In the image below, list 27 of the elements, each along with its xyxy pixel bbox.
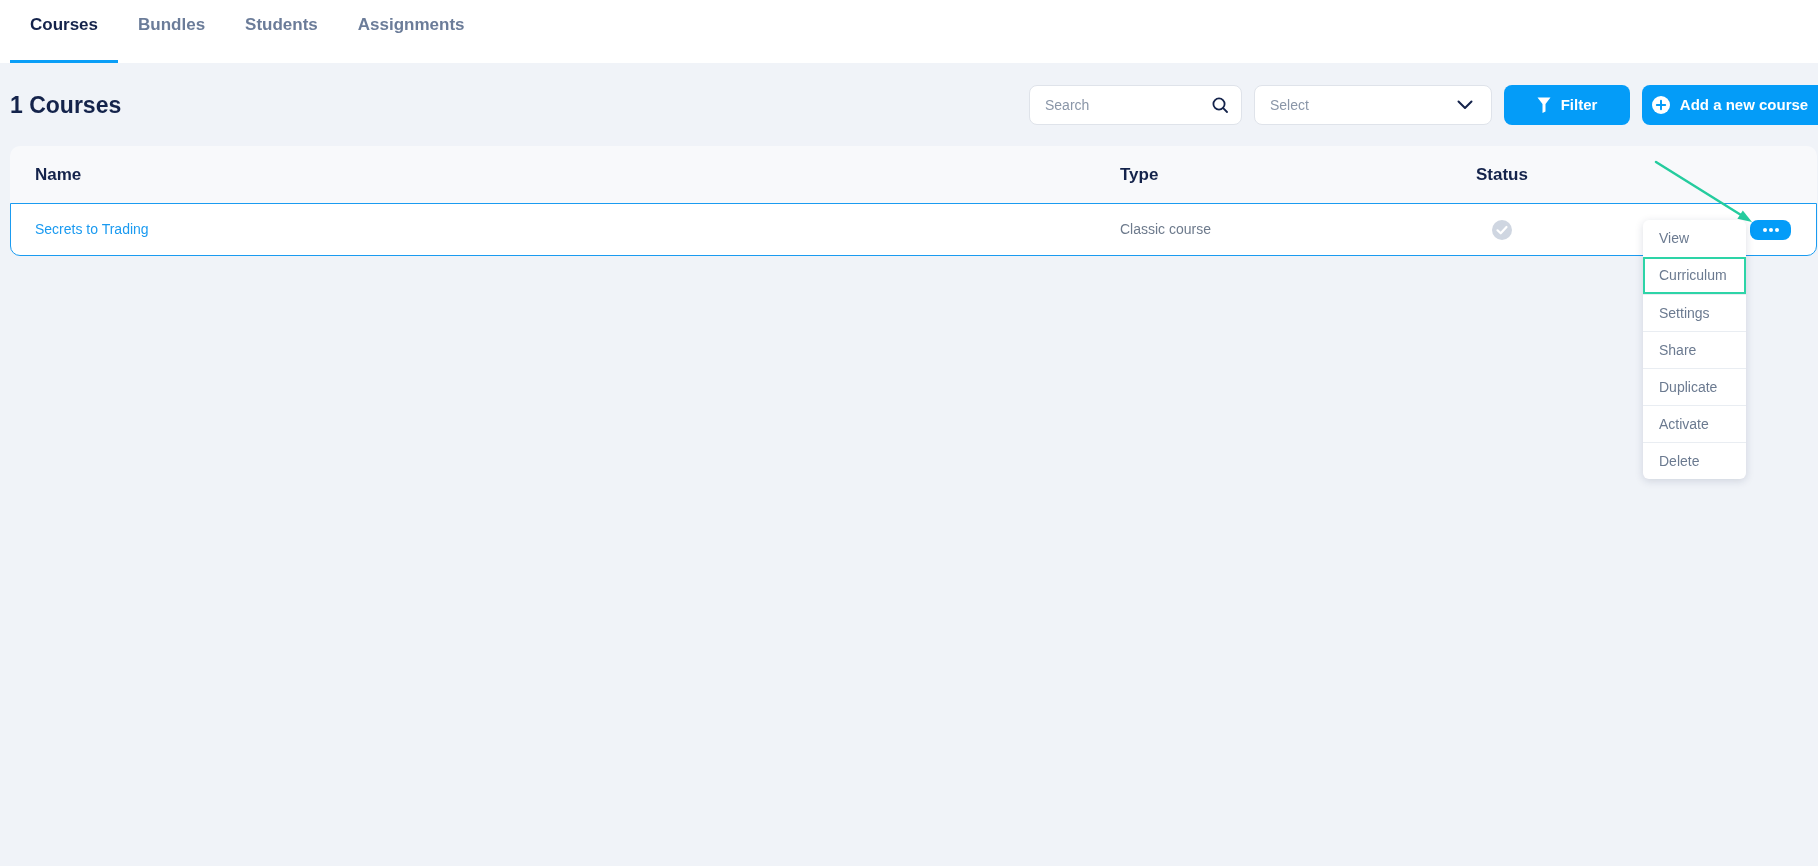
more-options-button[interactable] bbox=[1750, 219, 1791, 240]
plus-circle-icon bbox=[1651, 96, 1670, 114]
menu-item[interactable]: View bbox=[1643, 220, 1746, 257]
column-header: Name bbox=[35, 163, 82, 186]
menu-item[interactable]: Delete bbox=[1643, 442, 1746, 479]
chevron-down-icon bbox=[1457, 100, 1473, 110]
menu-item[interactable]: Duplicate bbox=[1643, 368, 1746, 405]
column-header: Status bbox=[1476, 163, 1528, 186]
funnel-icon bbox=[1536, 97, 1551, 113]
column-header: Type bbox=[1120, 163, 1159, 186]
menu-item[interactable]: Settings bbox=[1643, 294, 1746, 331]
search-icon bbox=[1212, 97, 1228, 113]
menu-item[interactable]: Share bbox=[1643, 331, 1746, 368]
select-dropdown[interactable]: Select bbox=[1254, 85, 1492, 125]
search-field[interactable]: Search bbox=[1029, 85, 1242, 125]
table-cell-text: Classic course bbox=[1120, 220, 1212, 239]
tab[interactable]: Courses bbox=[10, 0, 119, 63]
filter-button[interactable]: Filter bbox=[1504, 85, 1630, 125]
page-title: 1 Courses bbox=[10, 91, 122, 120]
course-name-link[interactable]: Secrets to Trading bbox=[35, 219, 149, 240]
tab[interactable]: Assignments bbox=[337, 0, 485, 63]
add-course-button[interactable]: Add a new course bbox=[1642, 85, 1818, 125]
ellipsis-icon bbox=[1762, 227, 1779, 232]
menu-item[interactable]: Curriculum bbox=[1643, 257, 1746, 294]
tab[interactable]: Bundles bbox=[118, 0, 226, 63]
tab[interactable]: Students bbox=[225, 0, 338, 63]
menu-item[interactable]: Activate bbox=[1643, 405, 1746, 442]
